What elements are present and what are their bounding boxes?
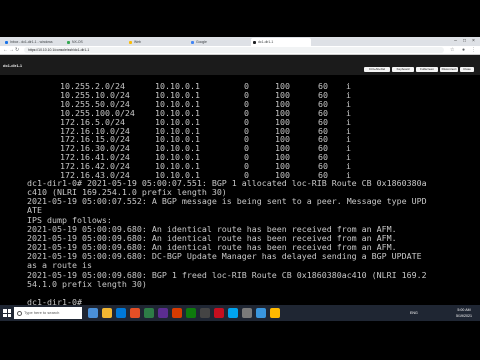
browser-tab-strip: Inbox - dc1-dir1-1 - windows NX-OS Web Goog… <box>0 37 480 46</box>
taskbar-app-icon[interactable] <box>270 308 280 318</box>
taskbar-app-icon[interactable] <box>242 308 252 318</box>
taskbar-app-icon[interactable] <box>158 308 168 318</box>
console-button[interactable]: Close <box>460 67 474 72</box>
start-button[interactable] <box>3 309 11 317</box>
menu-icon[interactable]: ⋮ <box>471 46 476 54</box>
log-line: 2021-05-19 05:00:07.552: A BGP message i… <box>27 196 427 207</box>
tray-language[interactable]: ENG <box>410 305 418 321</box>
tray-clock[interactable]: 5:00 AM 5/19/2021 <box>456 307 472 319</box>
tab-label: Google <box>196 40 207 44</box>
log-line: dc1-dir1-0# <box>27 296 82 305</box>
clock-date: 5/19/2021 <box>456 314 472 318</box>
taskbar-app-icon[interactable] <box>102 308 112 318</box>
letterbox-top <box>0 0 480 37</box>
address-bar-row: ← → ↻ https://10.10.10.1/console/ssh/dc1… <box>0 46 480 55</box>
terminal-output[interactable]: 10.255.2.0/24 10.10.0.1 0 100 60 i 10.255.10.0… <box>0 75 480 305</box>
taskbar-app-icon[interactable] <box>88 308 98 318</box>
search-placeholder: Type here to search <box>24 310 60 315</box>
tab-label: Web <box>134 40 141 44</box>
close-window-icon[interactable]: × <box>469 38 478 45</box>
back-icon[interactable]: ← <box>3 46 8 54</box>
windows-taskbar: Type here to search ENG 5:00 AM 5/19/202… <box>0 305 480 321</box>
taskbar-app-icon[interactable] <box>200 308 210 318</box>
search-icon <box>17 311 22 316</box>
log-line: IPS dump follows: <box>27 214 112 225</box>
browser-tab[interactable]: Web <box>127 38 187 46</box>
console-hostname: dc1-dir1-1 <box>3 63 23 68</box>
taskbar-app-icon[interactable] <box>172 308 182 318</box>
minimize-icon[interactable]: – <box>451 38 460 45</box>
taskbar-app-icon[interactable] <box>116 308 126 318</box>
tab-label: Inbox - dc1-dir1-1 - windows <box>10 40 53 44</box>
taskbar-app-icon[interactable] <box>256 308 266 318</box>
letterbox-bottom <box>0 321 480 360</box>
tab-favicon-icon <box>129 40 132 44</box>
taskbar-app-icon[interactable] <box>130 308 140 318</box>
log-line: 54.1.0 prefix length 30) <box>27 278 147 289</box>
forward-icon[interactable]: → <box>9 46 14 54</box>
taskbar-search-box[interactable]: Type here to search <box>14 307 82 319</box>
taskbar-app-icon[interactable] <box>214 308 224 318</box>
console-button[interactable]: Disconnect <box>440 67 458 72</box>
console-button[interactable]: Fullscreen <box>416 67 438 72</box>
tab-favicon-icon <box>191 40 194 44</box>
browser-tab[interactable]: Google <box>189 38 249 46</box>
browser-tab[interactable]: dc1-dir1-1 <box>251 38 311 46</box>
browser-tab[interactable]: Inbox - dc1-dir1-1 - windows <box>3 38 63 46</box>
console-header: dc1-dir1-1 Ctrl+Alt+Del Keyboard Fullscree… <box>0 55 480 75</box>
star-icon[interactable]: ☆ <box>450 46 454 54</box>
log-line: 2021-05-19 05:00:09.680: BGP 1 freed loc… <box>27 269 427 280</box>
taskbar-app-icon[interactable] <box>228 308 238 318</box>
log-line: 2021-05-19 05:00:09.680: An identical ro… <box>27 223 397 234</box>
profile-icon[interactable]: ● <box>462 46 465 54</box>
maximize-icon[interactable]: □ <box>460 38 469 45</box>
reload-icon[interactable]: ↻ <box>15 46 19 54</box>
taskbar-app-icon[interactable] <box>186 308 196 318</box>
window-controls: – □ × <box>451 38 478 45</box>
console-button[interactable]: Keyboard <box>392 67 414 72</box>
browser-tab[interactable]: NX-OS <box>65 38 125 46</box>
log-line: ATE <box>27 205 42 216</box>
tab-label: NX-OS <box>72 40 83 44</box>
tab-favicon-icon <box>253 40 256 44</box>
tab-label: dc1-dir1-1 <box>258 40 274 44</box>
taskbar-app-icon[interactable] <box>144 308 154 318</box>
log-line: as a route is <box>27 260 92 271</box>
tab-favicon-icon <box>5 40 8 44</box>
url-field[interactable]: https://10.10.10.1/console/ssh/dc1-dir1-… <box>24 47 444 53</box>
console-button[interactable]: Ctrl+Alt+Del <box>364 67 390 72</box>
tab-favicon-icon <box>67 40 70 44</box>
